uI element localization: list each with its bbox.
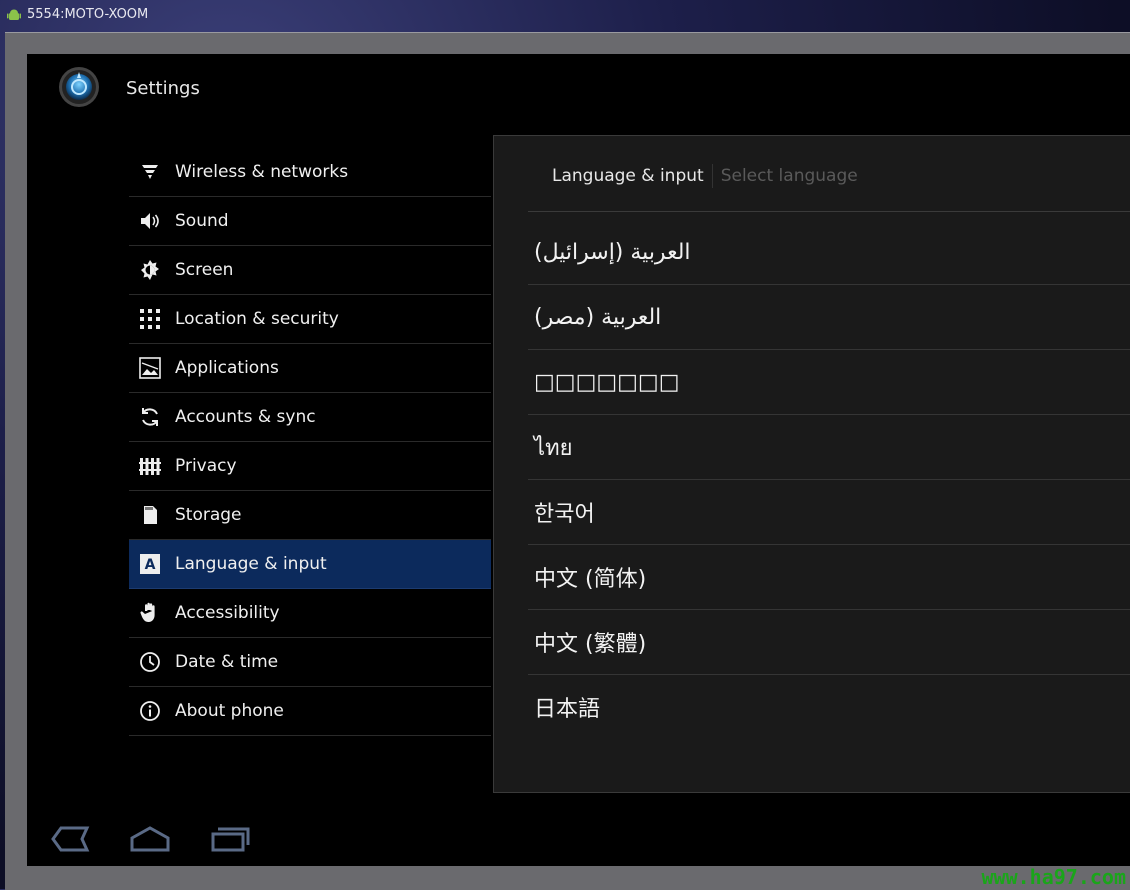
svg-text:A: A [145, 557, 156, 573]
language-item[interactable]: 中文 (繁體) [528, 610, 1130, 675]
menu-item-storage[interactable]: Storage [129, 491, 491, 540]
menu-item-language-input[interactable]: A Language & input [129, 540, 491, 589]
menu-item-label: Privacy [175, 456, 237, 476]
applications-icon [139, 357, 161, 379]
menu-item-label: Accessibility [175, 603, 280, 623]
language-item[interactable]: 한국어 [528, 480, 1130, 545]
breadcrumb-divider [711, 164, 713, 188]
android-icon [7, 9, 21, 20]
sync-icon [139, 406, 161, 428]
menu-item-sound[interactable]: Sound [129, 197, 491, 246]
watermark: www.ha97.com [981, 865, 1127, 889]
breadcrumb-current: Select language [720, 166, 858, 186]
breadcrumb: Language & input Select language [552, 164, 858, 188]
system-navbar [27, 810, 1130, 866]
menu-item-accessibility[interactable]: Accessibility [129, 589, 491, 638]
window-titlebar: 5554:MOTO-XOOM [0, 0, 1130, 30]
language-item[interactable]: 中文 (简体) [528, 545, 1130, 610]
menu-item-label: Applications [175, 358, 279, 378]
panel-divider [528, 211, 1130, 212]
window-title: 5554:MOTO-XOOM [27, 7, 149, 22]
language-item[interactable]: 日本語 [528, 675, 1130, 739]
breadcrumb-parent[interactable]: Language & input [552, 166, 704, 186]
recent-apps-icon[interactable] [209, 824, 251, 854]
speaker-icon [139, 210, 161, 232]
menu-item-privacy[interactable]: Privacy [129, 442, 491, 491]
hand-icon [139, 602, 161, 624]
menu-item-location-security[interactable]: Location & security [129, 295, 491, 344]
home-icon[interactable] [129, 824, 171, 854]
menu-item-date-time[interactable]: Date & time [129, 638, 491, 687]
menu-item-label: Wireless & networks [175, 162, 349, 182]
menu-item-applications[interactable]: Applications [129, 344, 491, 393]
menu-item-label: Language & input [175, 554, 327, 574]
menu-item-wireless[interactable]: Wireless & networks [129, 148, 491, 197]
sd-card-icon [139, 504, 161, 526]
language-list: العربية (إسرائيل) العربية (مصر) □□□□□□□ … [528, 220, 1130, 739]
menu-item-label: Storage [175, 505, 242, 525]
menu-item-label: Location & security [175, 309, 339, 329]
info-icon [139, 700, 161, 722]
language-item[interactable]: العربية (مصر) [528, 285, 1130, 350]
menu-item-label: Accounts & sync [175, 407, 316, 427]
brightness-icon [139, 259, 161, 281]
language-item[interactable]: العربية (إسرائيل) [528, 220, 1130, 285]
privacy-fence-icon [139, 455, 161, 477]
language-icon: A [139, 553, 161, 575]
menu-item-label: Sound [175, 211, 229, 231]
language-item[interactable]: ไทย [528, 415, 1130, 480]
back-icon[interactable] [49, 824, 91, 854]
settings-menu: Wireless & networks Sound Screen Locatio… [129, 148, 491, 736]
menu-item-screen[interactable]: Screen [129, 246, 491, 295]
menu-item-label: About phone [175, 701, 284, 721]
clock-icon [139, 651, 161, 673]
page-title: Settings [126, 78, 200, 99]
menu-item-accounts-sync[interactable]: Accounts & sync [129, 393, 491, 442]
wifi-icon [139, 161, 161, 183]
menu-item-label: Screen [175, 260, 234, 280]
settings-app-icon[interactable] [58, 66, 100, 108]
menu-item-about-phone[interactable]: About phone [129, 687, 491, 736]
language-item[interactable]: □□□□□□□ [528, 350, 1130, 415]
menu-item-label: Date & time [175, 652, 279, 672]
pattern-lock-icon [139, 308, 161, 330]
